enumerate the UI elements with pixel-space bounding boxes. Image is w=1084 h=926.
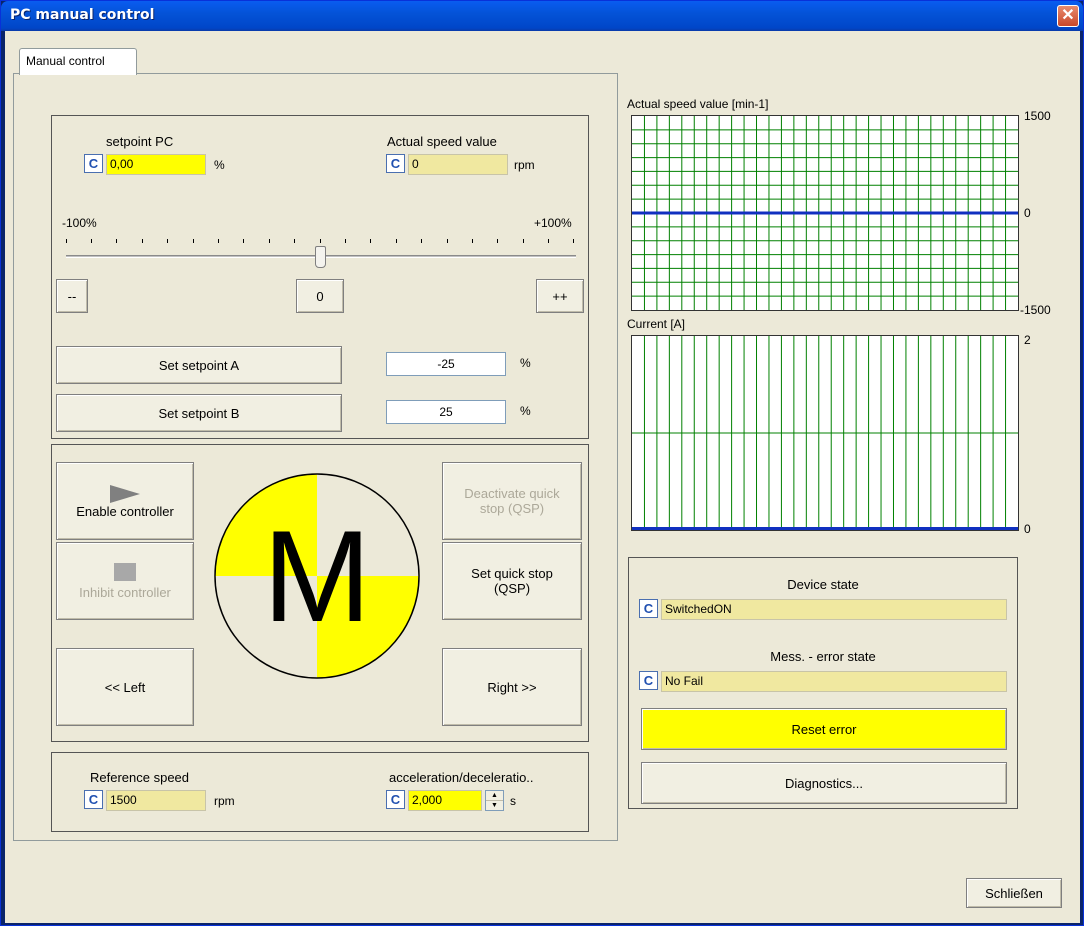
reference-speed-unit: rpm: [214, 794, 235, 808]
enable-controller-button[interactable]: Enable controller: [56, 462, 194, 540]
inhibit-controller-button[interactable]: Inhibit controller: [56, 542, 194, 620]
speed-chart-label: Actual speed value [min-1]: [627, 97, 769, 111]
window-title: PC manual control: [10, 7, 155, 23]
speed-min-label: -1500: [1020, 303, 1051, 317]
set-quick-stop-button[interactable]: Set quick stop (QSP): [442, 542, 582, 620]
c-toggle-device-state[interactable]: C: [639, 599, 658, 618]
stop-icon: [114, 562, 136, 581]
left-button[interactable]: << Left: [56, 648, 194, 726]
accel-label: acceleration/deceleratio..: [389, 770, 534, 785]
accel-unit: s: [510, 794, 516, 808]
reference-group: Reference speed C 1500 rpm acceleration/…: [51, 752, 589, 832]
c-toggle-reference[interactable]: C: [84, 790, 103, 809]
window: PC manual control ✕ Manual control setpo…: [0, 0, 1084, 926]
setpoint-b-field[interactable]: 25: [386, 400, 506, 424]
diagnostics-button[interactable]: Diagnostics...: [641, 762, 1007, 804]
slider-ticks: [66, 239, 574, 244]
setpoint-group: setpoint PC C 0,00 % Actual speed value …: [51, 115, 589, 439]
speed-chart: [631, 115, 1019, 311]
deactivate-quick-stop-button[interactable]: Deactivate quick stop (QSP): [442, 462, 582, 540]
zero-button[interactable]: 0: [296, 279, 344, 313]
reference-speed-field[interactable]: 1500: [106, 790, 206, 811]
setpoint-pc-field[interactable]: 0,00: [106, 154, 206, 175]
right-button[interactable]: Right >>: [442, 648, 582, 726]
tab-page: setpoint PC C 0,00 % Actual speed value …: [13, 73, 618, 841]
actual-speed-field: 0: [408, 154, 508, 175]
current-chart-label: Current [A]: [627, 317, 686, 331]
setpoint-pc-unit: %: [214, 158, 225, 172]
setpoint-a-unit: %: [520, 356, 531, 370]
setpoint-a-field[interactable]: -25: [386, 352, 506, 376]
set-setpoint-b-button[interactable]: Set setpoint B: [56, 394, 342, 432]
status-group: Device state C SwitchedON Mess. - error …: [628, 557, 1018, 809]
tab-manual-control[interactable]: Manual control: [19, 48, 137, 75]
reset-error-button[interactable]: Reset error: [641, 708, 1007, 750]
close-icon[interactable]: ✕: [1057, 5, 1079, 27]
c-toggle-setpoint[interactable]: C: [84, 154, 103, 173]
device-state-label: Device state: [787, 577, 859, 592]
slider-max-label: +100%: [534, 216, 572, 230]
c-toggle-actual-speed[interactable]: C: [386, 154, 405, 173]
actual-speed-label: Actual speed value: [387, 134, 497, 149]
slider-thumb[interactable]: [315, 246, 326, 268]
setpoint-b-unit: %: [520, 404, 531, 418]
current-chart: [631, 335, 1019, 531]
error-state-label: Mess. - error state: [770, 649, 876, 664]
slider-min-label: -100%: [62, 216, 97, 230]
increase-button[interactable]: ++: [536, 279, 584, 313]
spin-down-icon[interactable]: ▼: [486, 801, 503, 810]
set-setpoint-a-button[interactable]: Set setpoint A: [56, 346, 342, 384]
client-area: Manual control setpoint PC C 0,00 % Actu…: [5, 31, 1080, 923]
decrease-button[interactable]: --: [56, 279, 88, 313]
current-chart-svg: [632, 336, 1018, 530]
speed-chart-svg: [632, 116, 1018, 310]
speed-zero-label: 0: [1024, 206, 1031, 220]
spin-up-icon[interactable]: ▲: [486, 791, 503, 801]
device-state-field: SwitchedON: [661, 599, 1007, 620]
error-state-field: No Fail: [661, 671, 1007, 692]
c-toggle-accel[interactable]: C: [386, 790, 405, 809]
motor-letter: M: [263, 503, 371, 649]
c-toggle-error-state[interactable]: C: [639, 671, 658, 690]
enable-controller-label: Enable controller: [76, 503, 174, 519]
inhibit-controller-label: Inhibit controller: [79, 584, 171, 600]
accel-field[interactable]: 2,000: [408, 790, 482, 811]
actual-speed-unit: rpm: [514, 158, 535, 172]
accel-spinner[interactable]: ▲ ▼: [485, 790, 504, 811]
motor-icon: M: [214, 473, 420, 679]
close-button[interactable]: Schließen: [966, 878, 1062, 908]
current-zero-label: 0: [1024, 522, 1031, 536]
control-group: Enable controller Inhibit controller << …: [51, 444, 589, 742]
play-icon: [110, 484, 140, 503]
setpoint-pc-label: setpoint PC: [106, 134, 174, 149]
current-max-label: 2: [1024, 333, 1031, 347]
title-bar[interactable]: PC manual control ✕: [1, 1, 1083, 31]
reference-speed-label: Reference speed: [90, 770, 190, 785]
speed-max-label: 1500: [1024, 109, 1051, 123]
